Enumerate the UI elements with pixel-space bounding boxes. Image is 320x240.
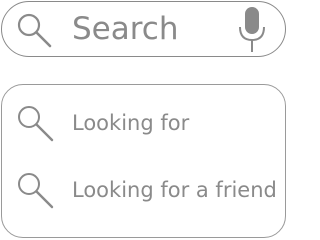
search-icon (14, 169, 56, 211)
suggestions-panel: Looking for Looking for a friend (1, 84, 286, 238)
suggestion-item[interactable]: Looking for a friend (2, 165, 285, 215)
search-icon (14, 102, 56, 144)
suggestion-item[interactable]: Looking for (2, 98, 285, 148)
microphone-icon[interactable] (237, 6, 267, 54)
suggestion-label: Looking for (72, 111, 190, 135)
suggestion-label: Looking for a friend (72, 178, 277, 202)
search-bar[interactable] (1, 1, 286, 57)
search-input[interactable] (72, 7, 222, 51)
search-icon[interactable] (14, 10, 54, 50)
